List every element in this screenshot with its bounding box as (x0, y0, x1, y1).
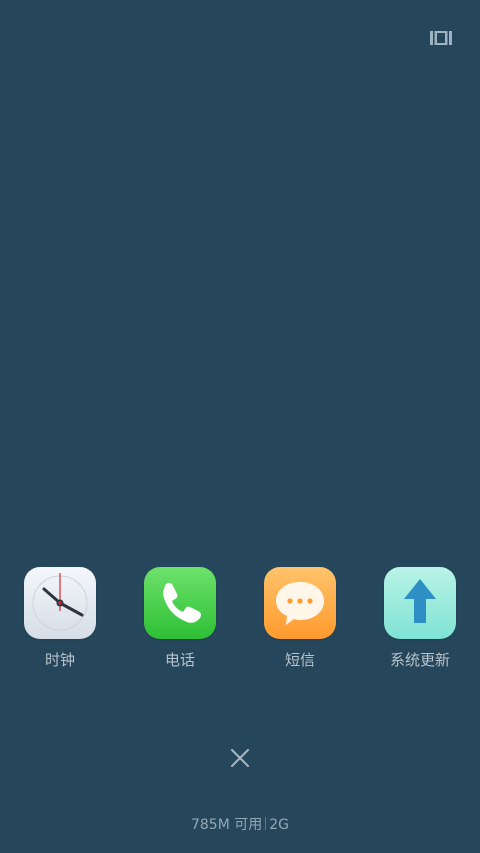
app-sms[interactable]: 短信 (240, 567, 360, 670)
app-clock[interactable]: 时钟 (0, 567, 120, 670)
phone-icon (144, 567, 216, 639)
view-toggle-button[interactable] (430, 30, 452, 46)
app-phone[interactable]: 电话 (120, 567, 240, 670)
view-toggle-icon (430, 31, 452, 45)
app-label: 时钟 (44, 651, 75, 669)
memory-divider (265, 817, 267, 830)
sms-icon (264, 567, 336, 639)
app-label: 电话 (164, 651, 195, 669)
system-update-icon (384, 567, 456, 639)
app-label: 短信 (284, 651, 315, 669)
recent-apps-dock: 时钟 电话 短信 系统更新 (0, 567, 480, 677)
memory-available: 785M 可用 (190, 817, 263, 833)
memory-total: 2G (269, 817, 290, 833)
clock-icon (24, 567, 96, 639)
close-icon (231, 749, 249, 767)
memory-status: 785M 可用 2G (0, 816, 480, 834)
app-system-update[interactable]: 系统更新 (360, 567, 480, 670)
close-all-button[interactable] (228, 746, 252, 770)
app-label: 系统更新 (389, 651, 450, 669)
